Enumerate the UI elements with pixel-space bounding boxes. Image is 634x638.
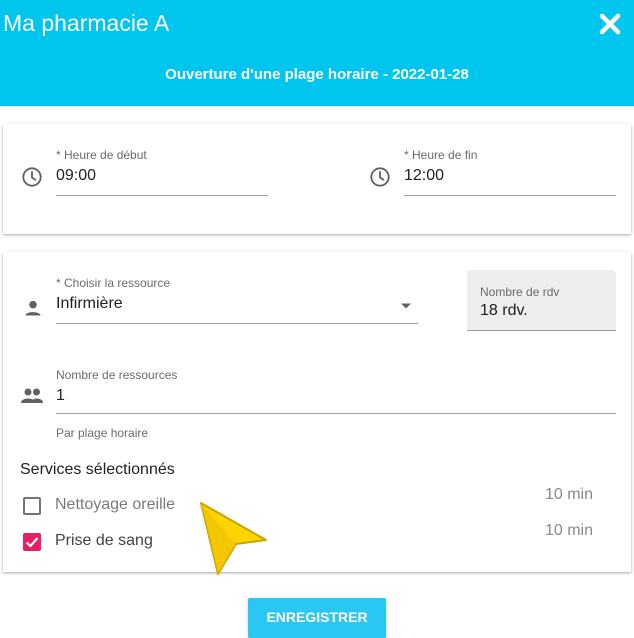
resource-select-label: * Choisir la ressource — [56, 276, 171, 290]
end-time-underline — [404, 195, 616, 196]
resource-card: * Choisir la ressource Infirmière Nombre… — [3, 252, 631, 572]
service-checkbox-checked[interactable] — [23, 533, 41, 551]
service-checkbox-unchecked[interactable] — [23, 497, 41, 515]
close-icon — [599, 13, 621, 35]
resource-count-underline — [56, 413, 616, 414]
save-button[interactable]: ENREGISTRER — [248, 598, 386, 638]
service-duration: 10 min — [544, 486, 593, 503]
dialog-subtitle: Ouverture d'une plage horaire - 2022-01-… — [165, 66, 469, 83]
close-button[interactable] — [598, 12, 622, 36]
resource-select[interactable]: * Choisir la ressource Infirmière — [56, 276, 418, 324]
services-title: Services sélectionnés — [20, 461, 175, 478]
service-name: Nettoyage oreille — [55, 496, 176, 513]
resource-count-label: Nombre de ressources — [56, 368, 178, 382]
start-time-label: * Heure de début — [56, 148, 147, 162]
people-icon — [21, 388, 43, 403]
app-title: Ma pharmacie A — [3, 10, 170, 36]
resource-count-field[interactable]: Nombre de ressources 1 — [56, 368, 616, 414]
resource-count-helper: Par plage horaire — [56, 426, 149, 440]
end-time-field[interactable]: * Heure de fin 12:00 — [404, 148, 616, 196]
rdv-count-label: Nombre de rdv — [480, 285, 560, 299]
person-icon — [25, 300, 41, 316]
service-name: Prise de sang — [55, 532, 153, 549]
service-row-nettoyage-oreille[interactable]: Nettoyage oreille 10 min — [23, 486, 603, 518]
checkmark-icon — [25, 537, 39, 548]
start-time-underline — [56, 195, 268, 196]
clock-icon — [370, 167, 390, 187]
resource-select-value: Infirmière — [56, 295, 123, 312]
service-duration: 10 min — [544, 522, 593, 539]
rdv-count-field: Nombre de rdv 18 rdv. — [467, 270, 616, 331]
dropdown-arrow-icon — [401, 303, 411, 309]
end-time-label: * Heure de fin — [404, 148, 478, 162]
resource-select-underline — [56, 323, 418, 324]
mouse-cursor-icon — [200, 502, 267, 575]
start-time-field[interactable]: * Heure de début 09:00 — [56, 148, 268, 196]
resource-count-value: 1 — [56, 387, 65, 404]
clock-icon — [22, 167, 42, 187]
dialog-header: Ma pharmacie A Ouverture d'une plage hor… — [0, 0, 634, 106]
start-time-value: 09:00 — [56, 167, 97, 184]
end-time-value: 12:00 — [404, 167, 445, 184]
service-row-prise-de-sang[interactable]: Prise de sang 10 min — [23, 522, 603, 554]
time-range-card: * Heure de début 09:00 * Heure de fin 12… — [3, 124, 631, 234]
rdv-count-value: 18 rdv. — [480, 302, 528, 319]
